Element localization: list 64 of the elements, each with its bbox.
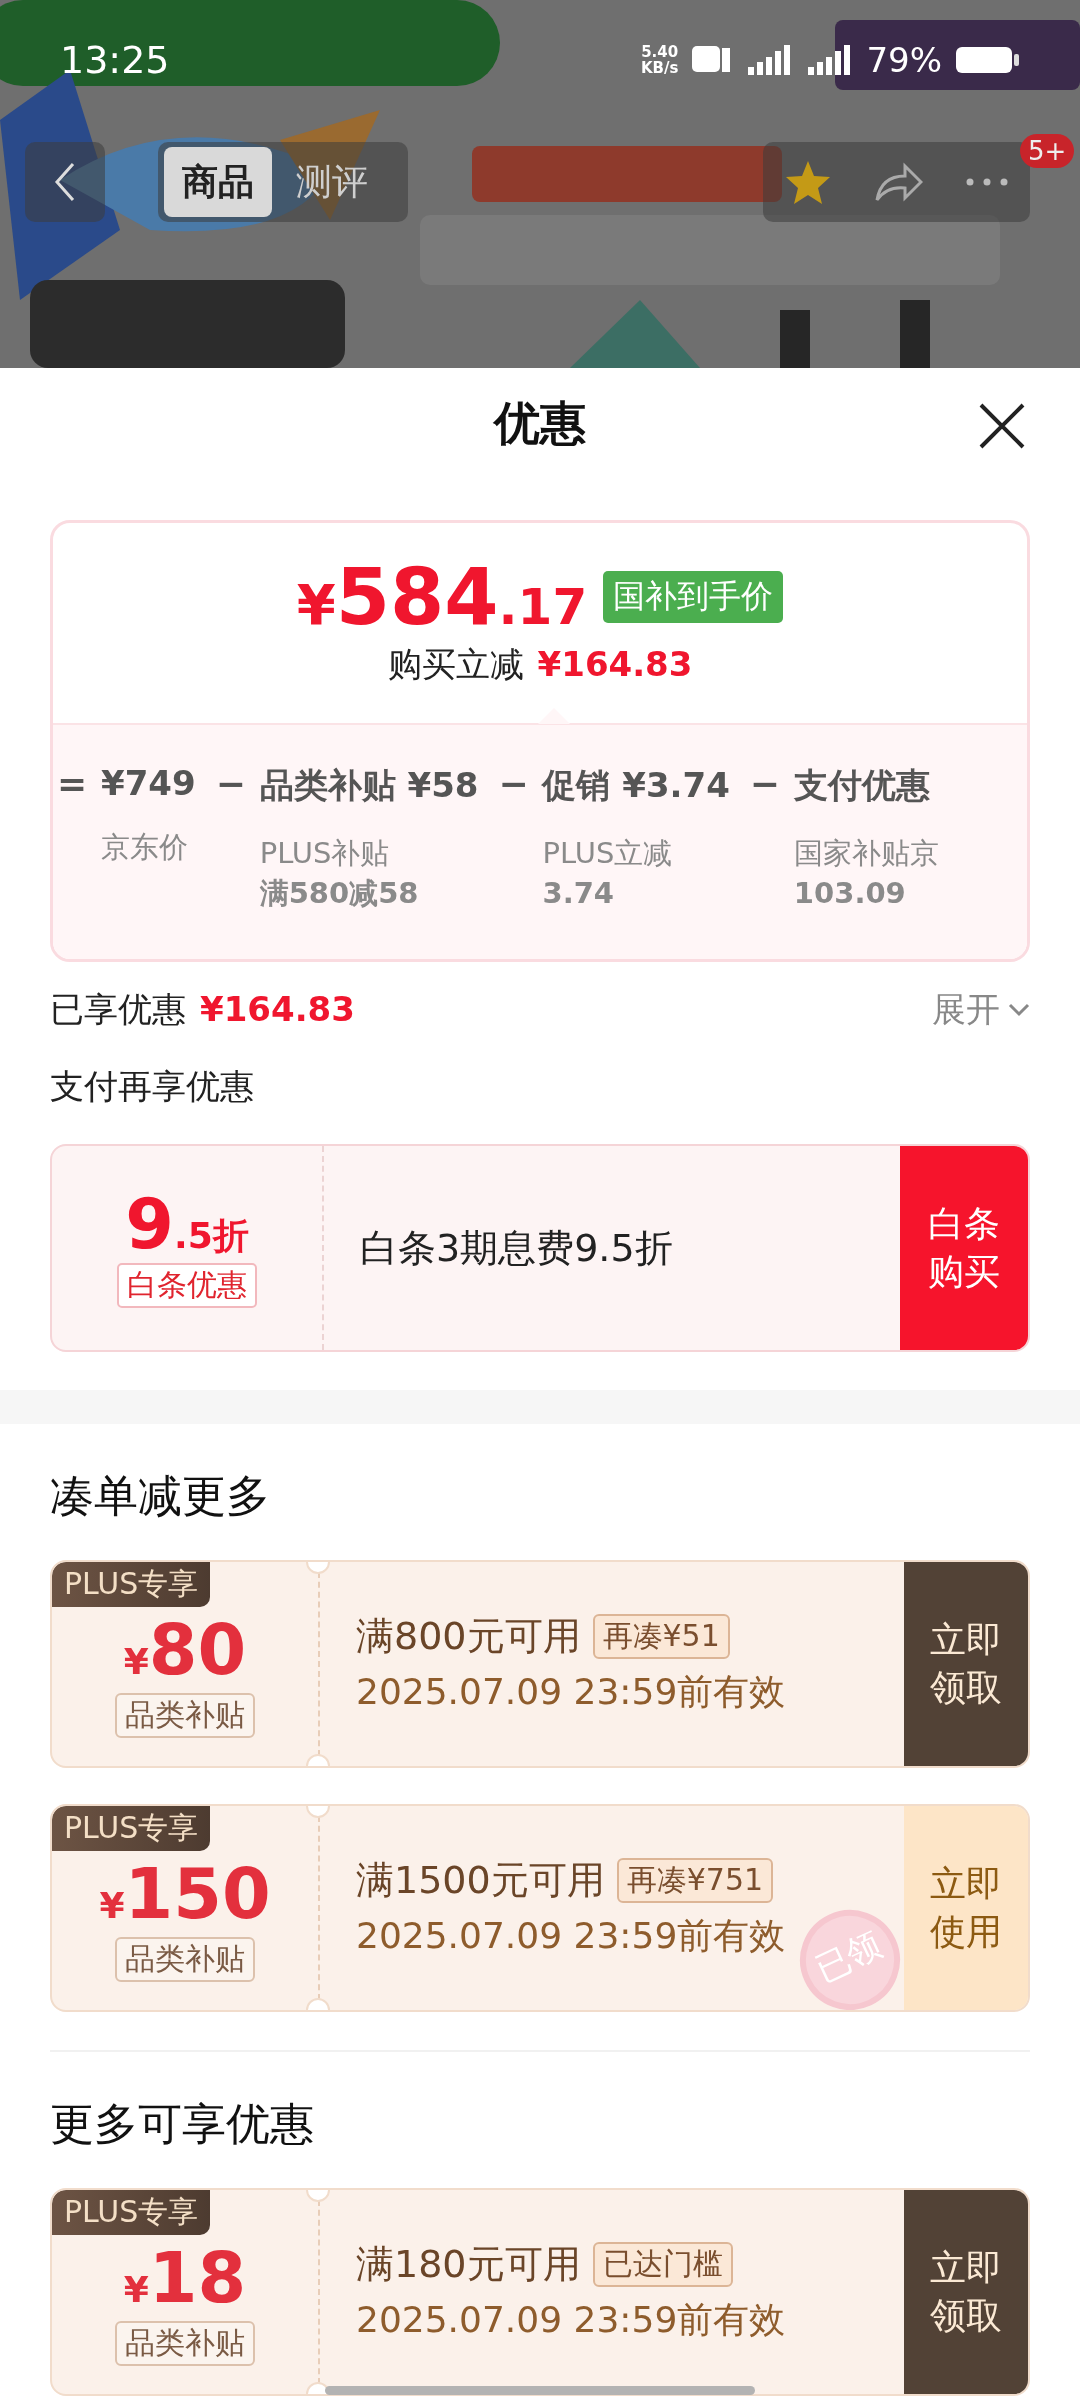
more-icon[interactable] bbox=[965, 178, 1010, 186]
plus-badge: PLUS专享 bbox=[52, 1562, 211, 1607]
back-icon bbox=[53, 162, 77, 202]
section-title: 更多可享优惠 bbox=[50, 2096, 315, 2151]
chevron-down-icon bbox=[1008, 1003, 1030, 1017]
category-tag: 品类补贴 bbox=[115, 1936, 255, 1982]
section-title: 支付再享优惠 bbox=[50, 1065, 255, 1108]
buy-button[interactable]: 白条购买 bbox=[900, 1146, 1028, 1350]
operator: − bbox=[498, 763, 523, 806]
coupon-validity: 2025.07.09 23:59前有效 bbox=[356, 2298, 786, 2342]
saving-label: 购买立减 bbox=[387, 643, 524, 686]
breakdown-amount: 支付优惠 bbox=[793, 764, 931, 807]
coupon-condition: 满1500元可用 bbox=[356, 1857, 605, 1904]
saving-amount: ¥164.83 bbox=[537, 644, 693, 684]
breakdown-label: 京东价 bbox=[101, 829, 189, 866]
threshold-tag: 已达门槛 bbox=[592, 2242, 733, 2287]
discount-value: 9.5折 bbox=[125, 1188, 249, 1259]
coupon-button[interactable]: 立即领取 bbox=[904, 2190, 1028, 2394]
signal-icon bbox=[806, 45, 853, 75]
threshold-tag: 再凑¥751 bbox=[616, 1858, 774, 1903]
coupon-button[interactable]: 立即领取 bbox=[904, 1562, 1028, 1766]
coupon-validity: 2025.07.09 23:59前有效 bbox=[356, 1670, 786, 1714]
expand-toggle[interactable]: 展开 bbox=[932, 987, 1030, 1033]
network-speed: 5.40 bbox=[641, 44, 679, 60]
coupon-amount: ¥18 bbox=[123, 2242, 247, 2313]
enjoyed-amount: ¥164.83 bbox=[200, 989, 355, 1029]
breakdown-detail: 3.74 bbox=[542, 875, 615, 912]
breakdown-amount: 品类补贴 ¥58 bbox=[259, 764, 479, 807]
breakdown-label: PLUS立减 bbox=[542, 835, 674, 872]
category-tag: 品类补贴 bbox=[115, 2320, 255, 2366]
share-icon[interactable] bbox=[873, 162, 924, 202]
threshold-tag: 再凑¥51 bbox=[592, 1614, 730, 1659]
offer-description: 白条3期息费9.5折 bbox=[359, 1224, 674, 1272]
coupon-amount: ¥150 bbox=[99, 1858, 271, 1929]
battery-icon bbox=[956, 45, 1020, 75]
clock: 13:25 bbox=[60, 38, 171, 82]
final-price: ¥584.17 bbox=[296, 558, 588, 636]
breakdown-label: PLUS补贴 bbox=[259, 835, 391, 872]
plus-badge: PLUS专享 bbox=[52, 1806, 211, 1851]
network-speed-unit: KB/s bbox=[640, 60, 679, 76]
back-button[interactable] bbox=[25, 142, 105, 222]
coupon-validity: 2025.07.09 23:59前有效 bbox=[356, 1914, 786, 1958]
enjoyed-label: 已享优惠 bbox=[50, 988, 186, 1031]
breakdown-label: 国家补贴京 bbox=[793, 835, 939, 872]
price-tag: 国补到手价 bbox=[603, 571, 784, 623]
coupon-condition: 满800元可用 bbox=[356, 1613, 581, 1660]
signal-icon bbox=[746, 45, 793, 75]
close-icon bbox=[978, 402, 1026, 450]
breakdown-amount: ¥749 bbox=[101, 763, 196, 803]
breakdown-detail: 103.09 bbox=[793, 875, 907, 912]
plus-badge: PLUS专享 bbox=[52, 2190, 211, 2235]
category-tag: 品类补贴 bbox=[115, 1692, 255, 1738]
coupon-button[interactable]: 立即使用 bbox=[904, 1806, 1028, 2010]
close-button[interactable] bbox=[978, 402, 1026, 450]
breakdown-detail: 满580减58 bbox=[259, 875, 420, 912]
sheet-title: 优惠 bbox=[494, 395, 586, 452]
offer-tag: 白条优惠 bbox=[117, 1262, 257, 1308]
breakdown-amount: 促销 ¥3.74 bbox=[542, 764, 730, 807]
tab[interactable]: 测评 bbox=[278, 147, 386, 217]
section-title: 凑单减更多 bbox=[50, 1468, 271, 1523]
coupon-condition: 满180元可用 bbox=[356, 2241, 581, 2288]
tab[interactable]: 商品 bbox=[164, 147, 272, 217]
battery-level: 79% bbox=[866, 40, 942, 80]
coupon-amount: ¥80 bbox=[123, 1614, 247, 1685]
